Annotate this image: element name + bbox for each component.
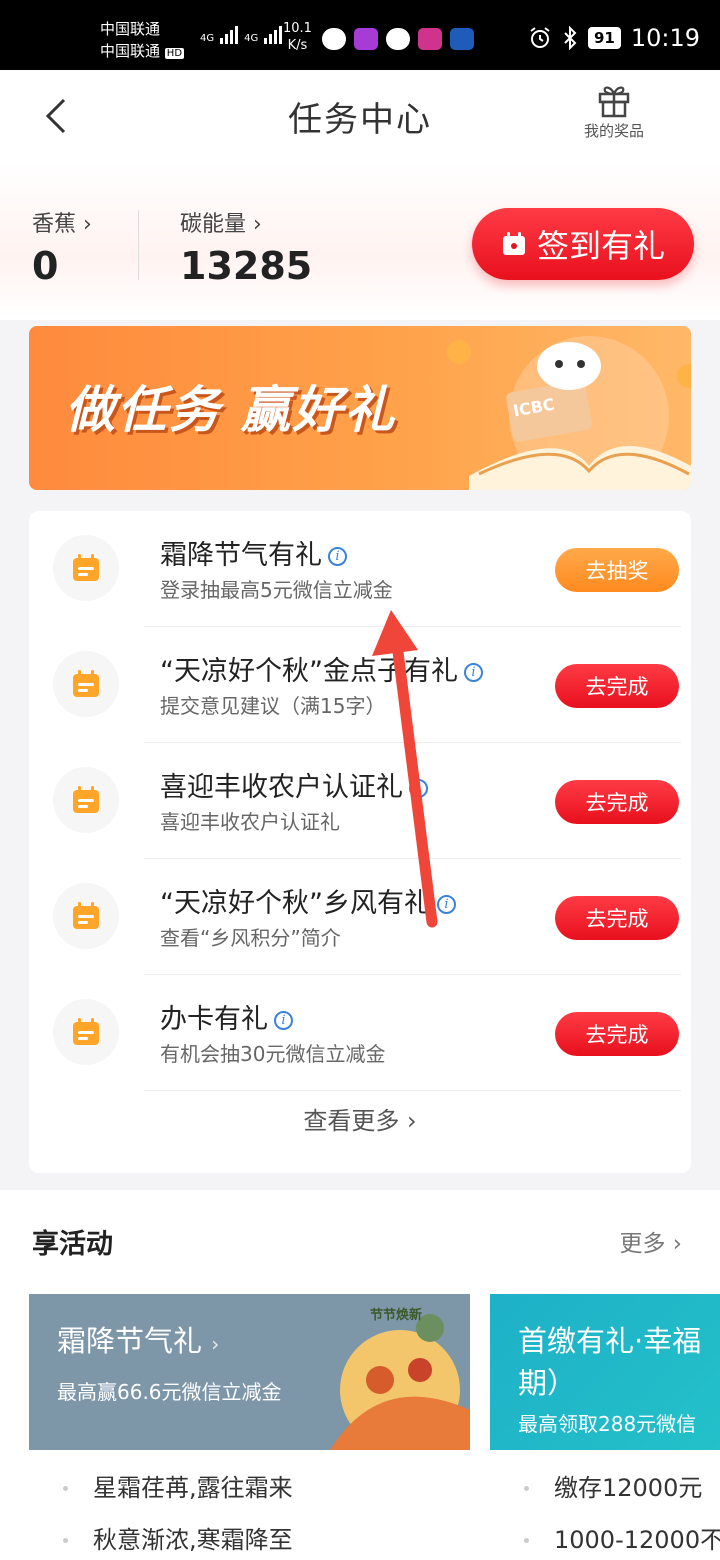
chevron-right-icon: › (83, 212, 92, 237)
activity-card-header: 首缴有礼·幸福 期） 最高领取288元微信 (490, 1294, 720, 1450)
task-desc: 登录抽最高5元微信立减金 (160, 578, 393, 602)
task-desc: 喜迎丰收农户认证礼 (160, 810, 340, 834)
bluetooth-icon (564, 26, 577, 50)
activities-carousel[interactable]: 节节焕新 霜降节气礼 › 最高赢66.6元微信立减金 星霜荏苒,露往霜来 秋意渐… (0, 1284, 720, 1560)
activities-more-label: 更多 (619, 1231, 666, 1257)
account-summary: 香蕉 › 0 碳能量 › 13285 签到有礼 (0, 160, 720, 320)
chevron-right-icon: › (672, 1231, 682, 1257)
divider (144, 1090, 681, 1091)
see-more-label: 查看更多 (303, 1107, 400, 1135)
activity-card-header: 节节焕新 霜降节气礼 › 最高赢66.6元微信立减金 (29, 1294, 470, 1450)
complete-button[interactable]: 去完成 (555, 896, 679, 940)
carbon-value: 13285 (180, 244, 313, 288)
carrier-info: 中国联通 中国联通 HD (100, 18, 185, 65)
info-icon[interactable]: i (328, 547, 347, 566)
task-name: 霜降节气有礼 (160, 540, 322, 571)
net-1: 4G (200, 33, 215, 44)
sign-in-label: 签到有礼 (536, 227, 665, 265)
activity-details: 缴存12000元 1000-12000不 (490, 1450, 720, 1560)
info-icon[interactable]: i (274, 1011, 293, 1030)
activities-title: 享活动 (32, 1229, 113, 1260)
chevron-right-icon: › (407, 1107, 417, 1135)
signal-icons: 4G 4G (200, 26, 283, 44)
promo-banner[interactable]: 做任务 赢好礼 ICBC (29, 326, 691, 490)
annotation-arrow (372, 610, 438, 928)
banana-label: 香蕉 (32, 212, 77, 237)
lottery-button[interactable]: 去抽奖 (555, 548, 679, 592)
system-status: 91 10:19 (528, 24, 700, 52)
speed-unit: K/s (287, 38, 308, 53)
carbon-label: 碳能量 (180, 212, 247, 237)
list-item: 秋意渐浓,寒霜降至 (63, 1514, 470, 1560)
activities-header: 享活动 更多 › (0, 1190, 720, 1284)
notification-icons (322, 28, 474, 50)
carbon-energy-stat[interactable]: 碳能量 › 13285 (180, 206, 312, 288)
task-desc: 提交意见建议（满15字） (160, 694, 386, 718)
my-prizes-label: 我的奖品 (583, 122, 644, 140)
activity-card[interactable]: 节节焕新 霜降节气礼 › 最高赢66.6元微信立减金 星霜荏苒,露往霜来 秋意渐… (29, 1294, 470, 1560)
list-item: 1000-12000不 (524, 1514, 720, 1560)
net-2: 4G (244, 33, 259, 44)
speed-value: 10.1 (283, 21, 312, 36)
activity-subtitle: 最高领取288元微信 (518, 1412, 697, 1436)
divider (138, 210, 139, 280)
chevron-right-icon: › (253, 212, 262, 237)
carrier-1: 中国联通 (100, 20, 161, 38)
info-icon[interactable]: i (463, 663, 483, 682)
task-name: 办卡有礼 (160, 1004, 268, 1035)
task-desc: 有机会抽30元微信立减金 (160, 1042, 386, 1066)
message-icon (386, 28, 410, 50)
activity-title: 霜降节气礼 (57, 1324, 203, 1358)
wechat-icon (322, 28, 346, 50)
sign-in-button[interactable]: 签到有礼 (472, 208, 694, 280)
my-prizes-button[interactable]: 我的奖品 (564, 82, 664, 141)
list-item: 缴存12000元 (524, 1462, 720, 1514)
activity-title-line2: 期） (518, 1366, 577, 1400)
activities-more-link[interactable]: 更多 › (619, 1224, 682, 1258)
task-icon (53, 883, 119, 949)
list-item: 星霜荏苒,露往霜来 (63, 1462, 470, 1514)
gift-icon (598, 86, 630, 118)
activity-title: 首缴有礼·幸福 (518, 1324, 702, 1358)
complete-button[interactable]: 去完成 (555, 780, 679, 824)
hd-badge: HD (164, 48, 185, 59)
bank-app-icon (354, 28, 378, 50)
network-speed: 10.1 K/s (283, 20, 312, 54)
activity-details: 星霜荏苒,露往霜来 秋意渐浓,寒霜降至 (29, 1450, 470, 1560)
task-icon (53, 651, 119, 717)
banner-text: 做任务 赢好礼 (65, 381, 397, 439)
task-desc: 查看“乡风积分”简介 (160, 926, 341, 950)
banana-stat[interactable]: 香蕉 › 0 (32, 206, 92, 288)
alarm-icon (530, 27, 550, 48)
task-icon (53, 999, 119, 1065)
banana-value: 0 (32, 244, 59, 288)
battery-icon: 91 (587, 27, 621, 49)
chevron-right-icon: › (211, 1332, 220, 1356)
complete-button[interactable]: 去完成 (555, 664, 679, 708)
ccb-app-icon (450, 28, 474, 50)
navigation-header: 任务中心 我的奖品 (0, 70, 720, 160)
activity-card[interactable]: 首缴有礼·幸福 期） 最高领取288元微信 缴存12000元 1000-1200… (490, 1294, 720, 1560)
festival-badge: 节节焕新 (369, 1308, 422, 1323)
task-item: 办卡有礼 i 有机会抽30元微信立减金 去完成 (29, 975, 691, 1091)
see-more-link[interactable]: 查看更多 › (29, 1101, 691, 1136)
task-icon (53, 767, 119, 833)
calendar-icon (502, 232, 525, 255)
signal-icon (264, 26, 283, 44)
complete-button[interactable]: 去完成 (555, 1012, 679, 1056)
signal-icon (220, 26, 239, 44)
carrier-2: 中国联通 (100, 42, 161, 60)
task-icon (53, 535, 119, 601)
status-bar: 中国联通 中国联通 HD 4G 4G 10.1 K/s 91 10:19 (0, 0, 720, 70)
app-icon (418, 28, 442, 50)
festival-illustration (330, 1314, 470, 1450)
clock: 10:19 (630, 24, 700, 52)
